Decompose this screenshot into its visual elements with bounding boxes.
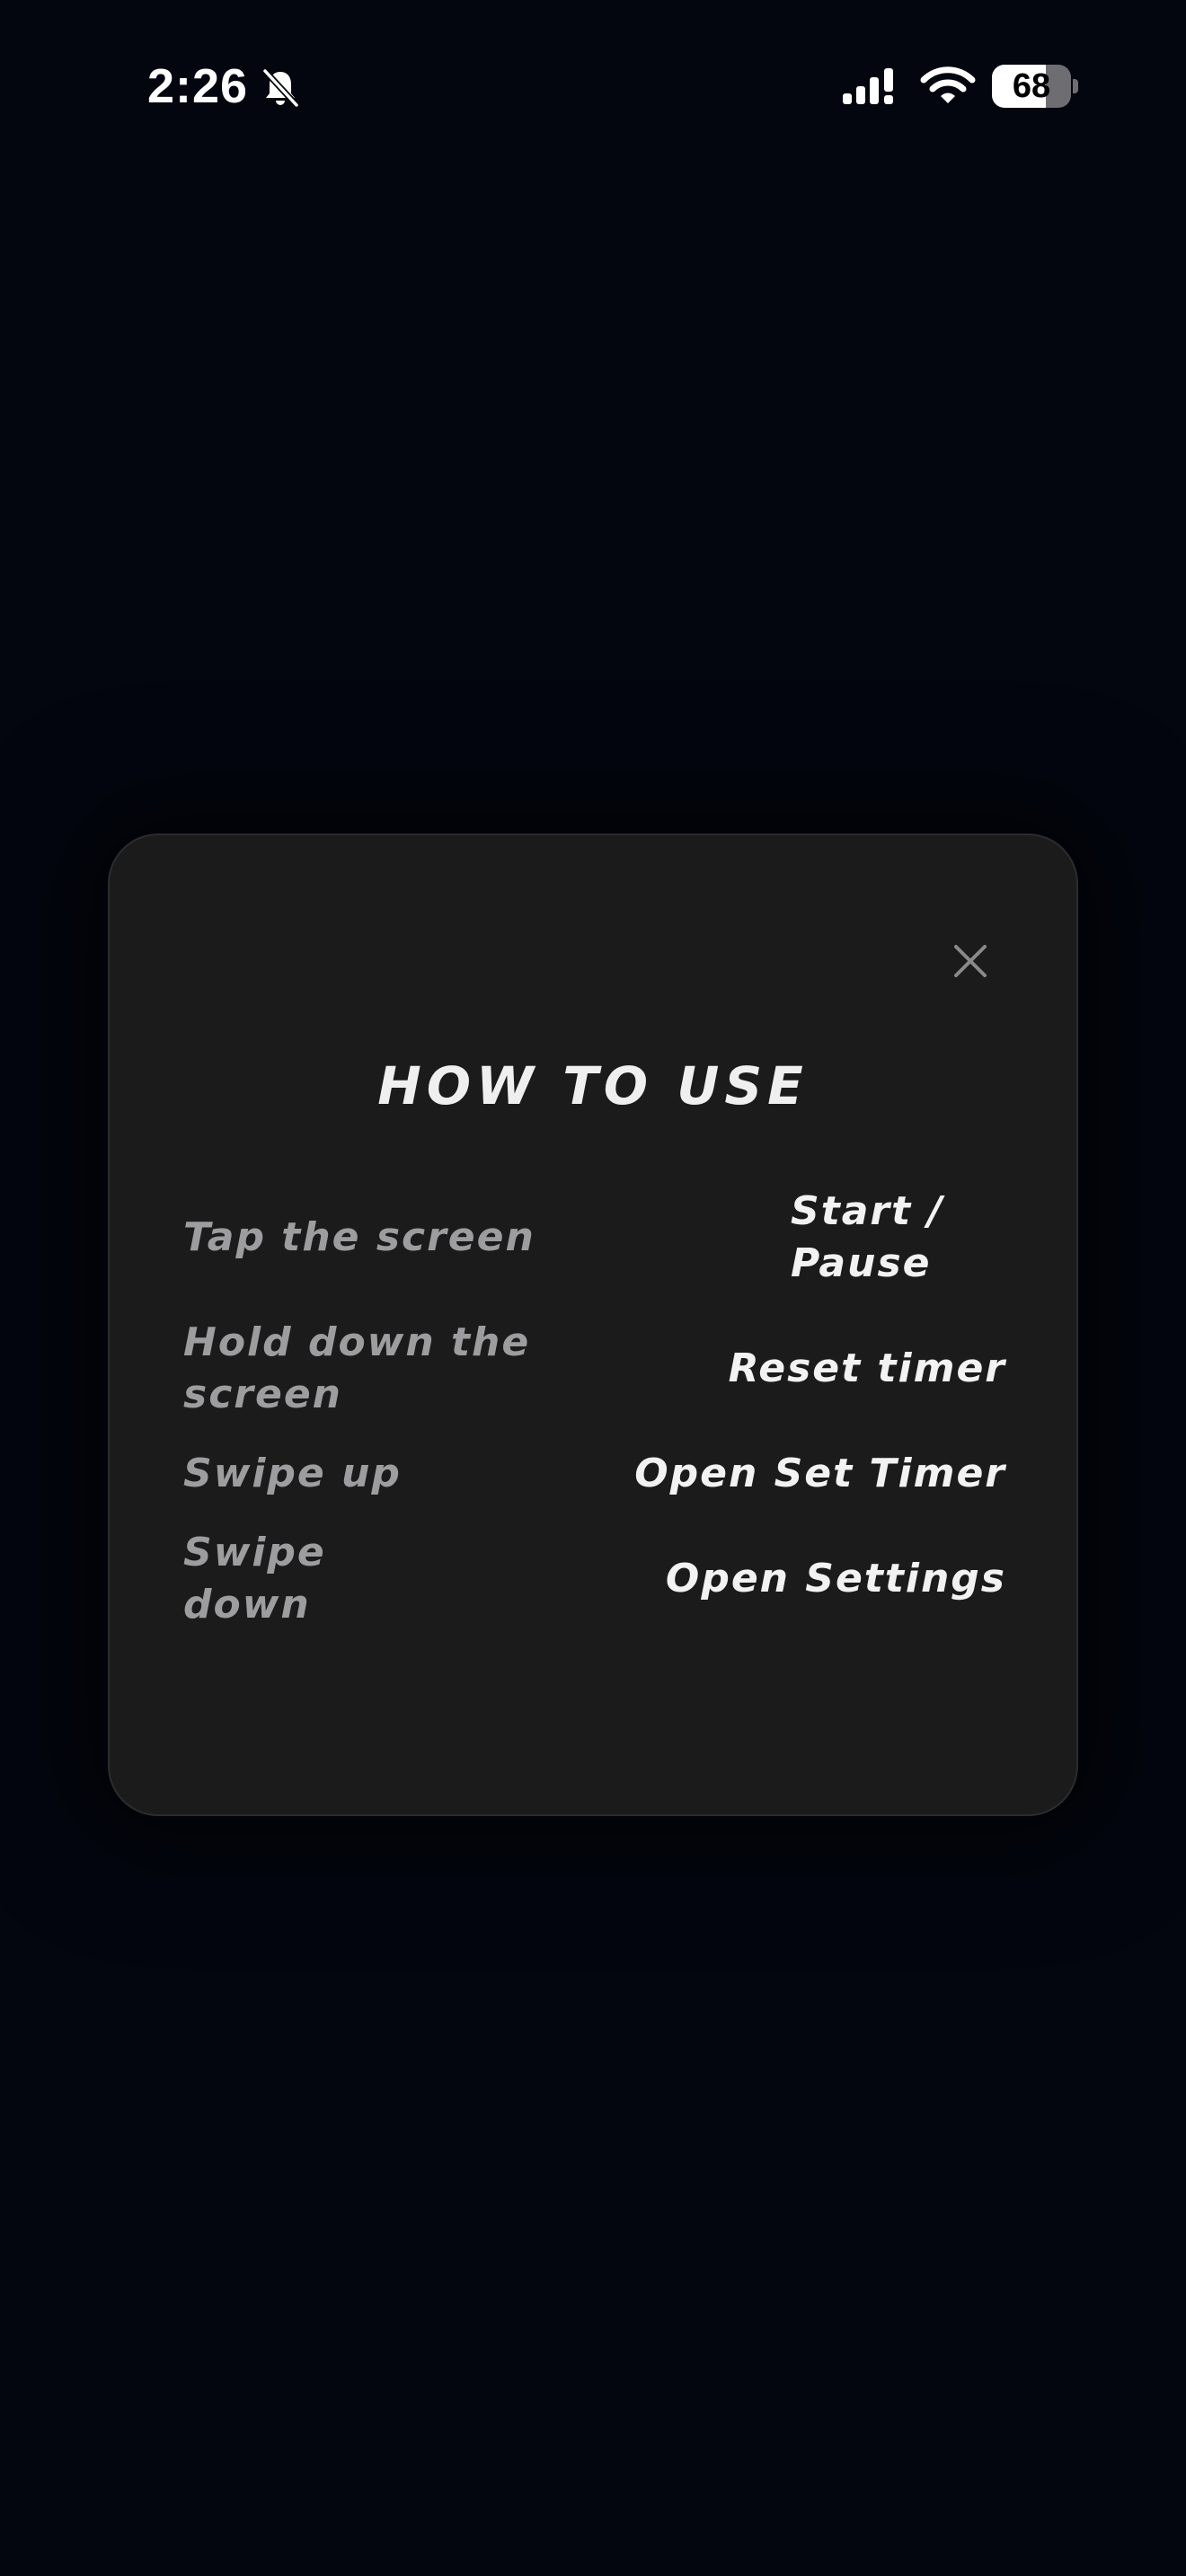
gesture-label: Hold down the screen (183, 1319, 531, 1417)
gesture-row-hold: Hold down the screen Reset timer (183, 1317, 1006, 1421)
gesture-action: Reset timer (728, 1345, 1006, 1391)
gesture-action: Start / Pause (791, 1188, 944, 1286)
how-to-use-dialog: HOW TO USE Tap the screen Start / Pause … (108, 834, 1078, 1816)
gesture-action: Open Set Timer (634, 1451, 1006, 1496)
gesture-row-tap: Tap the screen Start / Pause (183, 1186, 1006, 1290)
gesture-label: Tap the screen (183, 1214, 535, 1260)
gesture-label: Swipe up (183, 1451, 402, 1496)
status-time: 2:26 (147, 59, 249, 113)
battery-icon: 68 (992, 65, 1078, 108)
battery-level: 68 (1012, 67, 1051, 105)
bell-slash-icon (261, 67, 300, 109)
close-icon (954, 945, 987, 977)
gesture-action: Open Settings (665, 1556, 1006, 1601)
gesture-row-swipe-down: Swipe down Open Settings (183, 1527, 1006, 1631)
status-bar: 2:26 68 (0, 0, 1186, 171)
gesture-label: Swipe down (183, 1530, 326, 1628)
gesture-row-swipe-up: Swipe up Open Set Timer (183, 1448, 1006, 1500)
battery-body: 68 (992, 65, 1071, 108)
close-button[interactable] (934, 925, 1006, 997)
battery-nub (1073, 79, 1078, 93)
cellular-signal-icon (843, 68, 893, 104)
gesture-list: Tap the screen Start / Pause Hold down t… (183, 1186, 1006, 1658)
wifi-icon (920, 66, 976, 103)
dialog-title: HOW TO USE (377, 1055, 809, 1116)
